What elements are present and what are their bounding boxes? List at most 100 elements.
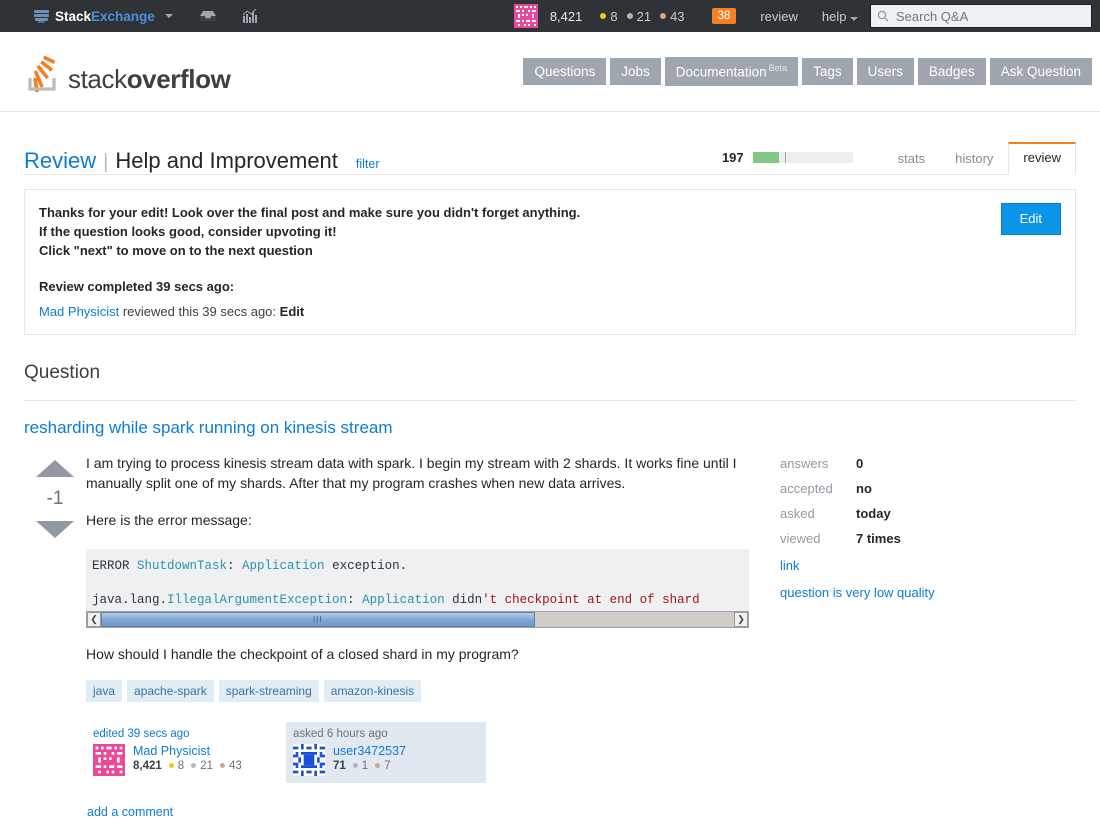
main-nav: Questions Jobs Documentation Beta Tags Us… — [523, 57, 1092, 86]
review-notification-badge[interactable]: 38 — [711, 8, 737, 24]
progress-marker — [784, 152, 786, 163]
question-section-heading: Question — [24, 362, 101, 383]
review-tabs: stats history review — [883, 141, 1076, 175]
asked-user-card: asked 6 hours ago user3472537 71 1 7 — [286, 721, 486, 783]
stat-row-answers: answers 0 — [780, 456, 864, 471]
stat-row-accepted: accepted no — [780, 481, 872, 496]
nav-ask-question[interactable]: Ask Question — [989, 57, 1092, 86]
review-result-banner: Thanks for your edit! Look over the fina… — [24, 189, 1076, 335]
nav-users[interactable]: Users — [856, 57, 914, 86]
tag-list: java apache-spark spark-streaming amazon… — [86, 679, 749, 702]
progress-fill — [752, 152, 779, 163]
tab-stats[interactable]: stats — [883, 144, 940, 175]
silver-badge-icon — [352, 763, 358, 768]
search-input[interactable] — [894, 7, 1084, 25]
stack-exchange-logo[interactable]: StackExchange — [34, 0, 173, 32]
avatar[interactable] — [293, 743, 325, 776]
nav-badges[interactable]: Badges — [917, 57, 986, 86]
queue-name: Help and Improvement — [115, 148, 338, 173]
low-quality-flag-link[interactable]: question is very low quality — [780, 585, 1076, 600]
achievements-button[interactable] — [242, 9, 259, 23]
tag-amazon-kinesis[interactable]: amazon-kinesis — [323, 679, 422, 702]
chevron-down-icon — [850, 16, 859, 21]
banner-line-2: If the question looks good, consider upv… — [39, 224, 337, 239]
editor-reputation-badges: 8,421 8 21 43 — [133, 759, 242, 772]
question-paragraph-3: How should I handle the checkpoint of a … — [86, 645, 519, 662]
silver-badge-icon — [191, 763, 197, 768]
inbox-icon — [199, 11, 216, 21]
tag-apache-spark[interactable]: apache-spark — [127, 679, 214, 702]
nav-tags[interactable]: Tags — [802, 57, 853, 86]
tab-history[interactable]: history — [940, 144, 1008, 175]
banner-line-3: Click "next" to move on to the next ques… — [39, 243, 313, 258]
question-title[interactable]: resharding while spark running on kinesi… — [24, 401, 1076, 452]
nav-jobs[interactable]: Jobs — [610, 57, 661, 86]
remaining-count: 197 — [721, 150, 744, 165]
user-summary[interactable]: 8,421 8 21 43 — [513, 4, 685, 28]
upvote-button[interactable] — [36, 460, 74, 477]
vote-cell: -1 — [24, 452, 86, 819]
reviewer-link[interactable]: Mad Physicist — [39, 304, 119, 319]
question-stats-sidebar: answers 0 accepted no asked today viewed… — [776, 452, 1076, 819]
edited-timestamp[interactable]: edited 39 secs ago — [93, 728, 279, 740]
scrollbar-thumb[interactable]: III — [101, 611, 535, 627]
banner-line-1: Thanks for your edit! Look over the fina… — [39, 205, 581, 220]
tag-spark-streaming[interactable]: spark-streaming — [218, 679, 319, 702]
tag-java[interactable]: java — [86, 679, 123, 702]
stack-overflow-icon — [28, 54, 56, 92]
asker-reputation-badges: 71 1 7 — [333, 759, 391, 772]
vote-score: -1 — [46, 488, 64, 509]
stat-row-asked: asked today — [780, 506, 891, 521]
scrollbar-track[interactable]: III — [101, 611, 734, 627]
scroll-right-button[interactable]: ❯ — [734, 611, 748, 627]
search-box[interactable] — [870, 4, 1092, 28]
stack-exchange-topbar: StackExchange 8,421 8 21 43 38 review he… — [0, 0, 1100, 32]
avatar — [513, 4, 538, 28]
gold-badge-icon — [600, 13, 607, 19]
topbar-help-link[interactable]: help — [822, 9, 859, 24]
search-icon — [877, 10, 889, 22]
chevron-down-icon — [164, 14, 173, 18]
error-code-block: ERROR ShutdownTask: Application exceptio… — [86, 548, 749, 611]
page-title: Review | Help and Improvement filter — [24, 148, 380, 174]
editor-username[interactable]: Mad Physicist — [133, 744, 249, 758]
question-paragraph-1: I am trying to process kinesis stream da… — [86, 455, 737, 491]
gold-badge-icon — [168, 763, 174, 768]
avatar[interactable] — [93, 743, 125, 776]
site-header: stackoverflow Questions Jobs Documentati… — [0, 32, 1100, 112]
stack-overflow-wordmark: stackoverflow — [68, 63, 231, 94]
review-completed-heading: Review completed 39 secs ago: — [39, 279, 235, 294]
question-body: I am trying to process kinesis stream da… — [86, 452, 749, 819]
topbar-review-link[interactable]: review — [760, 9, 798, 24]
achievements-chart-icon — [242, 9, 257, 23]
review-header: Review | Help and Improvement filter 197… — [24, 112, 1076, 175]
nav-questions[interactable]: Questions — [523, 57, 607, 86]
code-line-1: ERROR ShutdownTask: Application exceptio… — [92, 558, 408, 573]
reviewed-text: reviewed this 39 secs ago: — [122, 304, 277, 319]
review-action-label: Edit — [279, 304, 305, 319]
asker-username[interactable]: user3472537 — [333, 744, 406, 758]
stack-exchange-wordmark: StackExchange — [55, 8, 155, 24]
question-paragraph-2: Here is the error message: — [86, 512, 252, 528]
scroll-left-button[interactable]: ❮ — [87, 611, 101, 627]
stack-exchange-stack-icon — [34, 9, 49, 24]
permalink-link[interactable]: link — [780, 558, 1076, 573]
stack-overflow-logo[interactable]: stackoverflow — [26, 52, 231, 94]
post-meta: edited 39 secs ago Mad Physicist 8,421 8… — [86, 721, 749, 783]
edit-button[interactable]: Edit — [1000, 203, 1061, 235]
code-line-2: java.lang.IllegalArgumentException: Appl… — [92, 592, 700, 607]
code-horizontal-scrollbar[interactable]: ❮ III ❯ — [86, 610, 749, 628]
nav-documentation[interactable]: Documentation Beta — [664, 57, 799, 86]
downvote-button[interactable] — [36, 521, 74, 538]
silver-badge-icon — [626, 13, 633, 19]
asked-timestamp[interactable]: asked 6 hours ago — [293, 728, 479, 740]
tab-review[interactable]: review — [1008, 142, 1076, 175]
review-progress-bar — [752, 152, 853, 163]
reputation-score: 8,421 — [549, 8, 583, 24]
inbox-button[interactable] — [199, 10, 217, 22]
search-container — [870, 4, 1092, 28]
add-comment-link[interactable]: add a comment — [86, 805, 749, 819]
review-link[interactable]: Review — [24, 148, 96, 174]
bronze-badge-icon — [375, 763, 381, 768]
filter-link[interactable]: filter — [356, 157, 380, 171]
